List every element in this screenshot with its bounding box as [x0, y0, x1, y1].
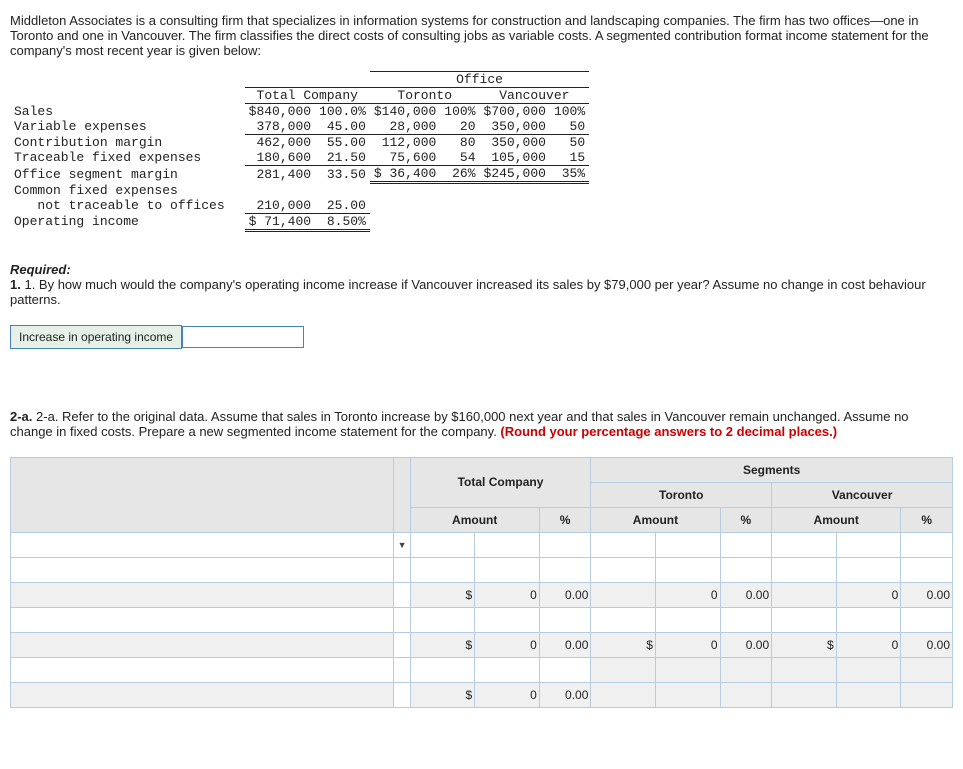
- cell-currency: $: [410, 582, 475, 607]
- grid-vancouver-header: Vancouver: [772, 482, 953, 507]
- grid-segments-header: Segments: [591, 457, 953, 482]
- row-cfix-label2: not traceable to offices: [10, 198, 245, 214]
- row-sales-label: Sales: [10, 104, 245, 120]
- row-cfix-label1: Common fixed expenses: [10, 183, 245, 198]
- question-2a: 2-a. 2-a. Refer to the original data. As…: [10, 409, 953, 439]
- row-cm-label: Contribution margin: [10, 135, 245, 151]
- answer-grid-2a: Total Company Segments Toronto Vancouver…: [10, 457, 953, 708]
- dropdown-arrow-icon[interactable]: ▼: [394, 532, 410, 557]
- office-header: Office: [370, 72, 589, 88]
- col-toronto: Toronto: [370, 88, 480, 104]
- q1-answer-label: Increase in operating income: [10, 325, 182, 349]
- row-osm-label: Office segment margin: [10, 166, 245, 183]
- col-vancouver: Vancouver: [480, 88, 590, 104]
- grid-total-header: Total Company: [410, 457, 591, 507]
- row-varexp-label: Variable expenses: [10, 119, 245, 135]
- q1-answer-input[interactable]: [182, 326, 304, 348]
- grid-amount-header: Amount: [410, 507, 539, 532]
- intro-text: Middleton Associates is a consulting fir…: [10, 13, 953, 58]
- question-1: 1. 1. By how much would the company's op…: [10, 277, 953, 307]
- required-header: Required:: [10, 262, 953, 277]
- row-tfix-label: Traceable fixed expenses: [10, 150, 245, 166]
- grid-row-label[interactable]: [11, 532, 394, 557]
- grid-toronto-header: Toronto: [591, 482, 772, 507]
- col-total: Total Company: [245, 88, 370, 104]
- row-oi-label: Operating income: [10, 213, 245, 230]
- segmented-income-statement: Office Total Company Toronto Vancouver S…: [10, 71, 589, 232]
- grid-pct-header: %: [539, 507, 591, 532]
